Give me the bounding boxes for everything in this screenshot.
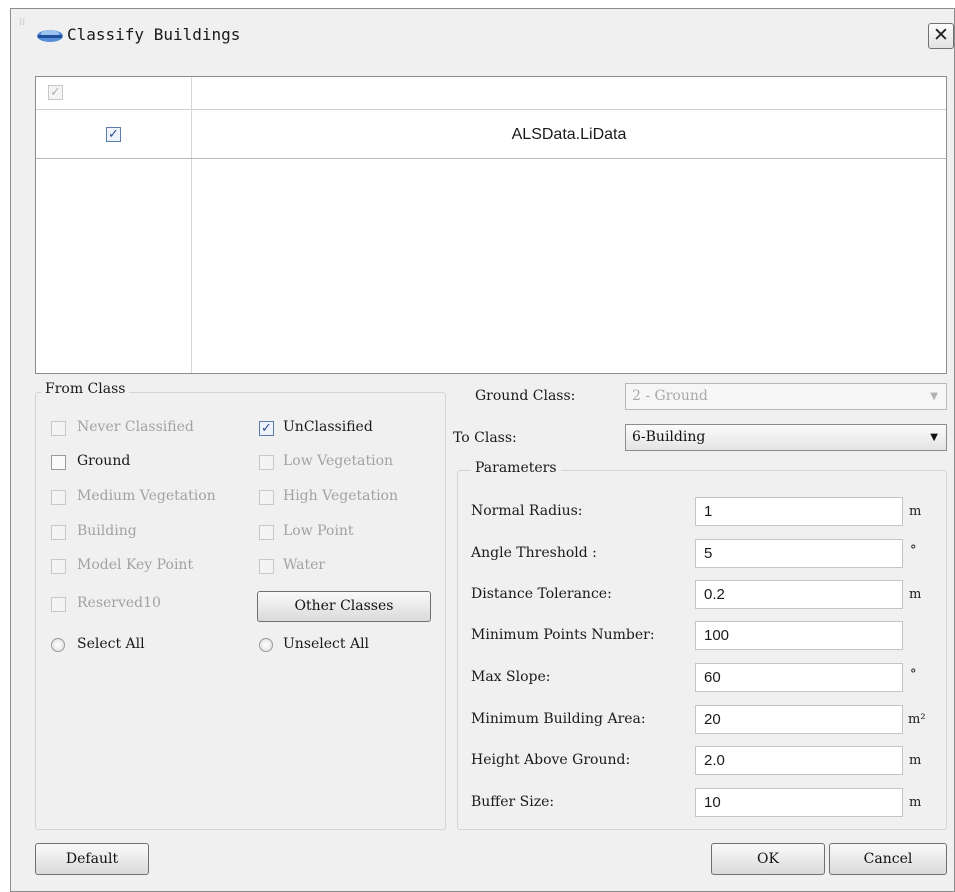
- unselect-all-radio[interactable]: [259, 638, 273, 652]
- buffer-size-input[interactable]: 10: [695, 788, 903, 817]
- chevron-down-icon: ▼: [930, 432, 938, 443]
- ground-class-select[interactable]: 2 - Ground ▼: [625, 383, 947, 410]
- table-header: ✓: [36, 77, 946, 110]
- select-all-radio[interactable]: [51, 638, 65, 652]
- model-key-point-checkbox[interactable]: [51, 559, 66, 574]
- normal-radius-label: Normal Radius:: [471, 503, 583, 519]
- low-point-checkbox[interactable]: [259, 525, 274, 540]
- data-file-table: ✓ ✓ ALSData.LiData: [35, 76, 947, 374]
- dialog-title: Classify Buildings: [67, 25, 241, 44]
- buffer-size-unit: m: [909, 795, 922, 810]
- never-classified-label: Never Classified: [77, 419, 194, 435]
- reserved10-checkbox[interactable]: [51, 597, 66, 612]
- to-class-select[interactable]: 6-Building ▼: [625, 424, 947, 451]
- minimum-building-area-label: Minimum Building Area:: [471, 711, 646, 727]
- unclassified-checkbox[interactable]: ✓: [259, 421, 274, 436]
- unselect-all-label: Unselect All: [283, 636, 370, 652]
- minimum-points-number-label: Minimum Points Number:: [471, 627, 655, 643]
- building-label: Building: [77, 523, 137, 539]
- distance-tolerance-unit: m: [909, 587, 922, 602]
- minimum-points-number-input[interactable]: 100: [695, 621, 903, 650]
- reserved10-label: Reserved10: [77, 595, 161, 611]
- cancel-button[interactable]: Cancel: [829, 843, 947, 875]
- low-point-label: Low Point: [283, 523, 354, 539]
- high-vegetation-checkbox[interactable]: [259, 490, 274, 505]
- app-logo-icon: [37, 30, 63, 42]
- water-checkbox[interactable]: [259, 559, 274, 574]
- parameters-title: Parameters: [471, 460, 561, 476]
- max-slope-input[interactable]: 60: [695, 663, 903, 692]
- model-key-point-label: Model Key Point: [77, 557, 194, 573]
- check-icon: ✓: [261, 421, 272, 436]
- row-checkbox[interactable]: ✓: [106, 127, 121, 142]
- minimum-building-area-input[interactable]: 20: [695, 705, 903, 734]
- low-vegetation-label: Low Vegetation: [283, 453, 394, 469]
- medium-vegetation-label: Medium Vegetation: [77, 488, 216, 504]
- ground-class-value: 2 - Ground: [632, 388, 708, 404]
- normal-radius-unit: m: [909, 504, 922, 519]
- max-slope-label: Max Slope:: [471, 669, 551, 685]
- height-above-ground-unit: m: [909, 753, 922, 768]
- distance-tolerance-label: Distance Tolerance:: [471, 586, 612, 602]
- select-all-header-checkbox[interactable]: ✓: [48, 85, 63, 100]
- building-checkbox[interactable]: [51, 525, 66, 540]
- unclassified-label: UnClassified: [283, 419, 373, 435]
- angle-threshold-unit: °: [910, 543, 917, 558]
- ground-label: Ground: [77, 453, 131, 469]
- height-above-ground-label: Height Above Ground:: [471, 752, 631, 768]
- water-label: Water: [283, 557, 326, 573]
- height-above-ground-input[interactable]: 2.0: [695, 746, 903, 775]
- angle-threshold-label: Angle Threshold :: [471, 545, 597, 561]
- classify-buildings-dialog: ⁞⁞ Classify Buildings ✕ ✓ ✓ ALSData.LiDa…: [10, 8, 955, 892]
- low-vegetation-checkbox[interactable]: [259, 455, 274, 470]
- chevron-down-icon: ▼: [930, 391, 938, 402]
- never-classified-checkbox[interactable]: [51, 421, 66, 436]
- angle-threshold-input[interactable]: 5: [695, 539, 903, 568]
- distance-tolerance-input[interactable]: 0.2: [695, 580, 903, 609]
- to-class-value: 6-Building: [632, 429, 706, 445]
- normal-radius-input[interactable]: 1: [695, 497, 903, 526]
- minimum-building-area-unit: m²: [908, 712, 926, 727]
- default-button[interactable]: Default: [35, 843, 149, 875]
- ground-checkbox[interactable]: [51, 455, 66, 470]
- medium-vegetation-checkbox[interactable]: [51, 490, 66, 505]
- check-icon: ✓: [108, 127, 119, 142]
- row-file-name: ALSData.LiData: [511, 126, 627, 143]
- table-row[interactable]: ✓ ALSData.LiData: [36, 111, 946, 159]
- ground-class-label: Ground Class:: [475, 388, 576, 404]
- other-classes-button[interactable]: Other Classes: [257, 591, 431, 622]
- to-class-label: To Class:: [453, 430, 517, 446]
- select-all-label: Select All: [77, 636, 145, 652]
- from-class-title: From Class: [41, 381, 130, 397]
- close-button[interactable]: ✕: [928, 23, 954, 49]
- grip-icon: ⁞⁞: [19, 17, 26, 28]
- title-bar[interactable]: ⁞⁞ Classify Buildings ✕: [11, 9, 954, 65]
- buffer-size-label: Buffer Size:: [471, 794, 555, 810]
- ok-button[interactable]: OK: [711, 843, 825, 875]
- max-slope-unit: °: [910, 667, 917, 682]
- high-vegetation-label: High Vegetation: [283, 488, 398, 504]
